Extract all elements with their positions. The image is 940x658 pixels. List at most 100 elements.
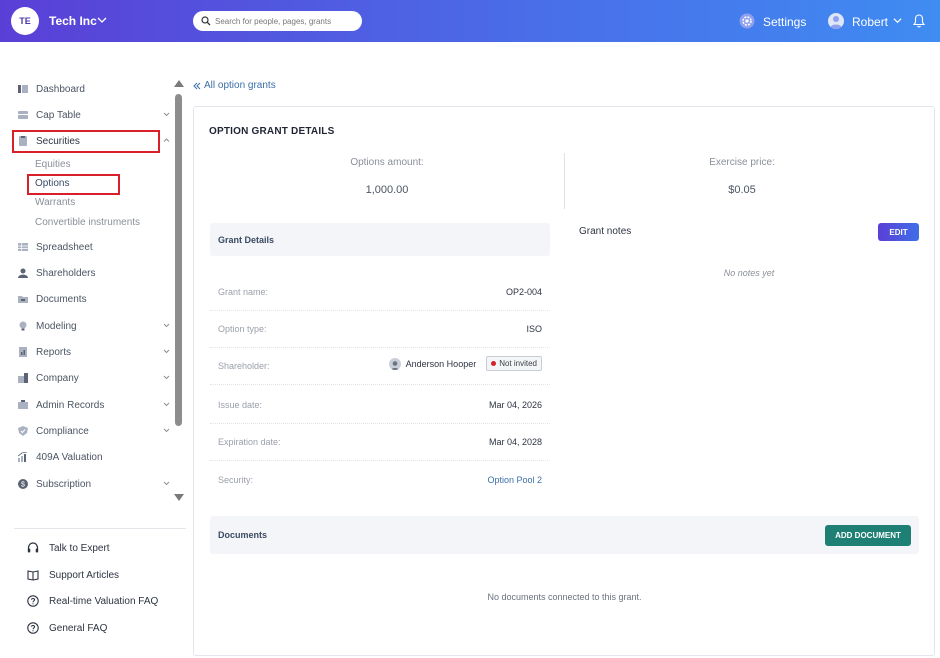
company-name[interactable]: Tech Inc bbox=[49, 14, 97, 28]
svg-text:$: $ bbox=[21, 482, 25, 489]
sidebar-item-modeling[interactable]: Modeling bbox=[18, 317, 174, 335]
chevron-up-icon[interactable] bbox=[163, 137, 170, 144]
sidebar-item-label: Company bbox=[36, 372, 79, 384]
sidebar-subitem-convertible[interactable]: Convertible instruments bbox=[35, 217, 140, 228]
status-badge-label: Not invited bbox=[499, 359, 537, 368]
detail-value: ISO bbox=[526, 324, 542, 334]
sidebar-item-cap-table[interactable]: Cap Table bbox=[18, 106, 174, 124]
detail-label: Option type: bbox=[218, 324, 267, 334]
company-logo[interactable]: TE bbox=[11, 7, 39, 35]
chevron-down-icon[interactable] bbox=[163, 348, 170, 355]
chevron-down-icon[interactable] bbox=[163, 111, 170, 118]
sidebar-item-shareholders[interactable]: Shareholders bbox=[18, 264, 174, 282]
edit-notes-button[interactable]: EDIT bbox=[878, 223, 919, 241]
sidebar-item-label: Dashboard bbox=[36, 83, 85, 95]
page-title: OPTION GRANT DETAILS bbox=[209, 126, 335, 137]
user-name[interactable]: Robert bbox=[852, 15, 888, 29]
user-avatar[interactable] bbox=[828, 13, 844, 29]
gear-icon[interactable] bbox=[739, 13, 755, 29]
chevron-down-icon[interactable] bbox=[163, 322, 170, 329]
bell-icon[interactable] bbox=[913, 14, 925, 28]
status-badge: Not invited bbox=[486, 356, 542, 371]
headset-icon bbox=[27, 542, 39, 553]
sidebar: Dashboard Cap Table Securities Equities … bbox=[0, 42, 186, 658]
options-highlight-box bbox=[27, 174, 120, 195]
sidebar-subitem-equities[interactable]: Equities bbox=[35, 159, 71, 170]
search-icon bbox=[201, 16, 211, 26]
help-item-label: General FAQ bbox=[49, 622, 108, 634]
no-notes-text: No notes yet bbox=[723, 268, 775, 278]
help-item-label: Real-time Valuation FAQ bbox=[49, 595, 159, 607]
chevron-down-icon[interactable] bbox=[163, 480, 170, 487]
help-realtime-valuation-faq[interactable]: Real-time Valuation FAQ bbox=[27, 593, 158, 609]
detail-row-expiration-date: Expiration date: Mar 04, 2028 bbox=[210, 424, 550, 461]
sidebar-item-reports[interactable]: Reports bbox=[18, 343, 174, 361]
search-input[interactable] bbox=[215, 11, 355, 31]
user-icon bbox=[390, 360, 399, 370]
admin-records-icon bbox=[18, 400, 28, 409]
sidebar-item-admin-records[interactable]: Admin Records bbox=[18, 396, 174, 414]
scroll-up-arrow[interactable] bbox=[174, 80, 184, 87]
reports-icon bbox=[19, 347, 27, 357]
book-icon bbox=[27, 570, 39, 581]
help-support-articles[interactable]: Support Articles bbox=[27, 567, 119, 583]
help-general-faq[interactable]: General FAQ bbox=[27, 620, 107, 636]
settings-link[interactable]: Settings bbox=[763, 15, 806, 29]
chevron-down-icon[interactable] bbox=[97, 15, 107, 25]
back-to-option-grants-link[interactable]: All option grants bbox=[193, 80, 276, 91]
modeling-icon bbox=[19, 321, 27, 331]
subscription-icon: $ bbox=[18, 479, 28, 489]
sidebar-item-documents[interactable]: Documents bbox=[18, 290, 174, 308]
compliance-icon bbox=[18, 426, 28, 436]
sidebar-item-label: Modeling bbox=[36, 320, 77, 332]
detail-row-issue-date: Issue date: Mar 04, 2026 bbox=[210, 387, 550, 424]
sidebar-subitem-warrants[interactable]: Warrants bbox=[35, 197, 75, 208]
grant-notes-title: Grant notes bbox=[579, 226, 632, 237]
exercise-price-value: $0.05 bbox=[728, 184, 756, 196]
detail-label: Shareholder: bbox=[218, 361, 270, 371]
sidebar-item-label: Cap Table bbox=[36, 109, 81, 121]
documents-title: Documents bbox=[218, 530, 268, 540]
chevron-down-icon[interactable] bbox=[163, 427, 170, 434]
detail-value: Mar 04, 2026 bbox=[488, 400, 542, 410]
detail-label: Expiration date: bbox=[218, 437, 281, 447]
help-talk-to-expert[interactable]: Talk to Expert bbox=[27, 540, 110, 556]
sidebar-item-company[interactable]: Company bbox=[18, 369, 174, 387]
sidebar-item-label: Compliance bbox=[36, 425, 89, 437]
chevron-down-icon[interactable] bbox=[163, 374, 170, 381]
options-amount-value: 1,000.00 bbox=[365, 184, 409, 196]
sidebar-scrollbar-thumb[interactable] bbox=[175, 94, 182, 426]
sidebar-divider bbox=[14, 528, 186, 529]
add-document-button[interactable]: ADD DOCUMENT bbox=[825, 525, 911, 546]
dashboard-icon bbox=[18, 85, 28, 93]
sidebar-item-label: Admin Records bbox=[36, 399, 105, 411]
sidebar-item-label: Subscription bbox=[36, 478, 92, 490]
sidebar-item-dashboard[interactable]: Dashboard bbox=[18, 80, 174, 98]
detail-row-option-type: Option type: ISO bbox=[210, 311, 550, 348]
detail-label: Security: bbox=[218, 475, 254, 485]
chevron-down-icon[interactable] bbox=[893, 16, 902, 25]
sidebar-item-409a-valuation[interactable]: 409A Valuation bbox=[18, 448, 174, 466]
chevron-down-icon[interactable] bbox=[163, 401, 170, 408]
sidebar-item-subscription[interactable]: $ Subscription bbox=[18, 475, 174, 493]
valuation-icon bbox=[18, 452, 28, 462]
detail-value: OP2-004 bbox=[505, 287, 542, 297]
search-bar[interactable] bbox=[193, 11, 362, 31]
sidebar-item-compliance[interactable]: Compliance bbox=[18, 422, 174, 440]
sidebar-item-label: Reports bbox=[36, 346, 72, 358]
detail-row-grant-name: Grant name: OP2-004 bbox=[210, 274, 550, 311]
shareholder-info[interactable]: Anderson Hooper Not invited bbox=[388, 356, 542, 371]
help-item-label: Support Articles bbox=[49, 569, 120, 581]
scroll-down-arrow[interactable] bbox=[174, 494, 184, 501]
sidebar-item-label: Shareholders bbox=[36, 267, 96, 279]
option-grant-card: OPTION GRANT DETAILS Options amount: 1,0… bbox=[193, 106, 935, 656]
shareholder-name[interactable]: Anderson Hooper bbox=[406, 359, 477, 369]
grant-details-title: Grant Details bbox=[218, 235, 275, 245]
options-amount-label: Options amount: bbox=[350, 157, 424, 168]
double-chevron-left-icon bbox=[193, 82, 201, 89]
sidebar-item-spreadsheet[interactable]: Spreadsheet bbox=[18, 238, 174, 256]
security-link[interactable]: Option Pool 2 bbox=[487, 475, 542, 485]
documents-header: Documents bbox=[210, 516, 919, 554]
sidebar-item-label: Documents bbox=[36, 293, 87, 305]
exercise-price-label: Exercise price: bbox=[709, 157, 775, 168]
